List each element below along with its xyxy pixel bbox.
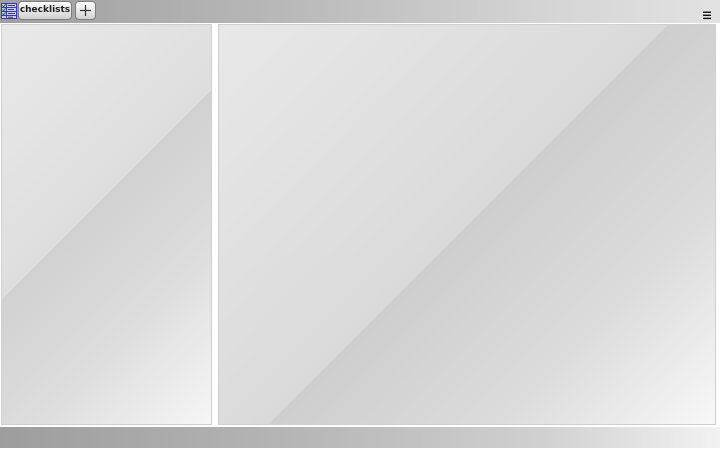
plus-icon [80, 5, 91, 16]
tab-label: checklists [19, 5, 71, 15]
status-bar [0, 427, 720, 448]
menu-button[interactable] [702, 6, 713, 20]
add-tab-button[interactable] [75, 1, 96, 20]
left-panel [1, 24, 212, 425]
hamburger-menu-icon [703, 11, 711, 20]
top-toolbar: checklists [0, 0, 720, 23]
main-panel [218, 24, 716, 425]
app-window: checklists [0, 0, 720, 450]
tab-checklists[interactable]: checklists [18, 1, 72, 20]
checklist-app-icon[interactable] [1, 3, 17, 19]
